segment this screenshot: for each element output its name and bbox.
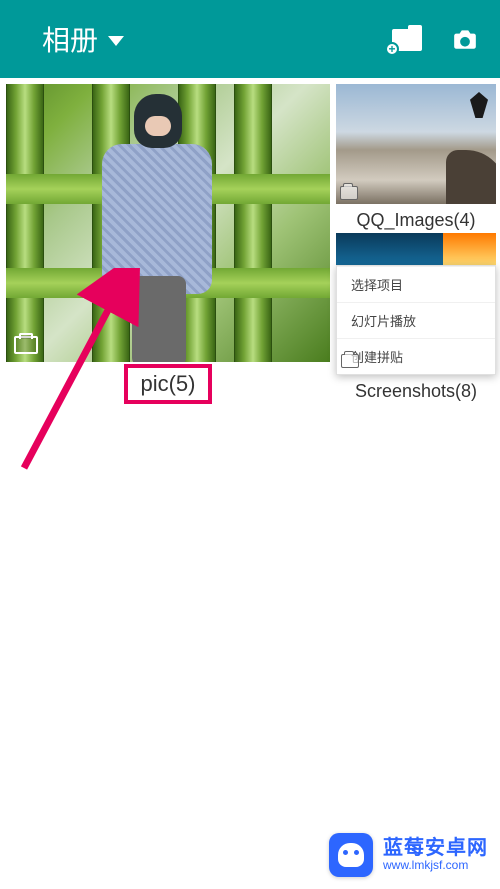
album-screenshots-label: Screenshots(8) <box>336 375 496 404</box>
menu-item-slideshow[interactable]: 幻灯片播放 <box>337 302 495 338</box>
folder-icon <box>341 354 359 368</box>
header-actions: + <box>388 25 482 53</box>
album-selector[interactable]: 相册 <box>42 19 124 59</box>
album-qq-label: QQ_Images(4) <box>336 204 496 233</box>
album-screenshots[interactable]: 选择项目 幻灯片播放 创建拼贴 Screenshots(8) <box>336 233 496 404</box>
app-header: 相册 + <box>0 0 500 78</box>
album-pic-label: pic(5) <box>140 371 195 396</box>
albums-grid: pic(5) QQ_Images(4) <box>0 78 500 404</box>
folder-icon <box>340 186 358 200</box>
site-watermark: 蓝莓安卓网 www.lmkjsf.com <box>329 833 488 877</box>
menu-item-create-collage[interactable]: 创建拼贴 <box>337 338 495 374</box>
album-pic-thumbnail <box>6 84 330 362</box>
watermark-logo-icon <box>329 833 373 877</box>
album-qq-images[interactable]: QQ_Images(4) <box>336 84 496 233</box>
menu-item-select[interactable]: 选择项目 <box>337 266 495 302</box>
watermark-title: 蓝莓安卓网 <box>383 837 488 859</box>
context-menu: 选择项目 幻灯片播放 创建拼贴 <box>336 265 496 375</box>
camera-button[interactable] <box>448 26 482 52</box>
folder-icon <box>14 336 38 354</box>
plus-icon: + <box>385 42 399 56</box>
header-title: 相册 <box>42 19 98 59</box>
new-folder-button[interactable]: + <box>388 25 422 53</box>
album-qq-thumbnail <box>336 84 496 204</box>
chevron-down-icon <box>108 36 124 46</box>
album-pic[interactable]: pic(5) <box>6 84 330 404</box>
annotation-highlight-box: pic(5) <box>124 364 211 404</box>
album-screenshots-thumbnail <box>336 233 496 265</box>
watermark-url: www.lmkjsf.com <box>383 859 488 872</box>
